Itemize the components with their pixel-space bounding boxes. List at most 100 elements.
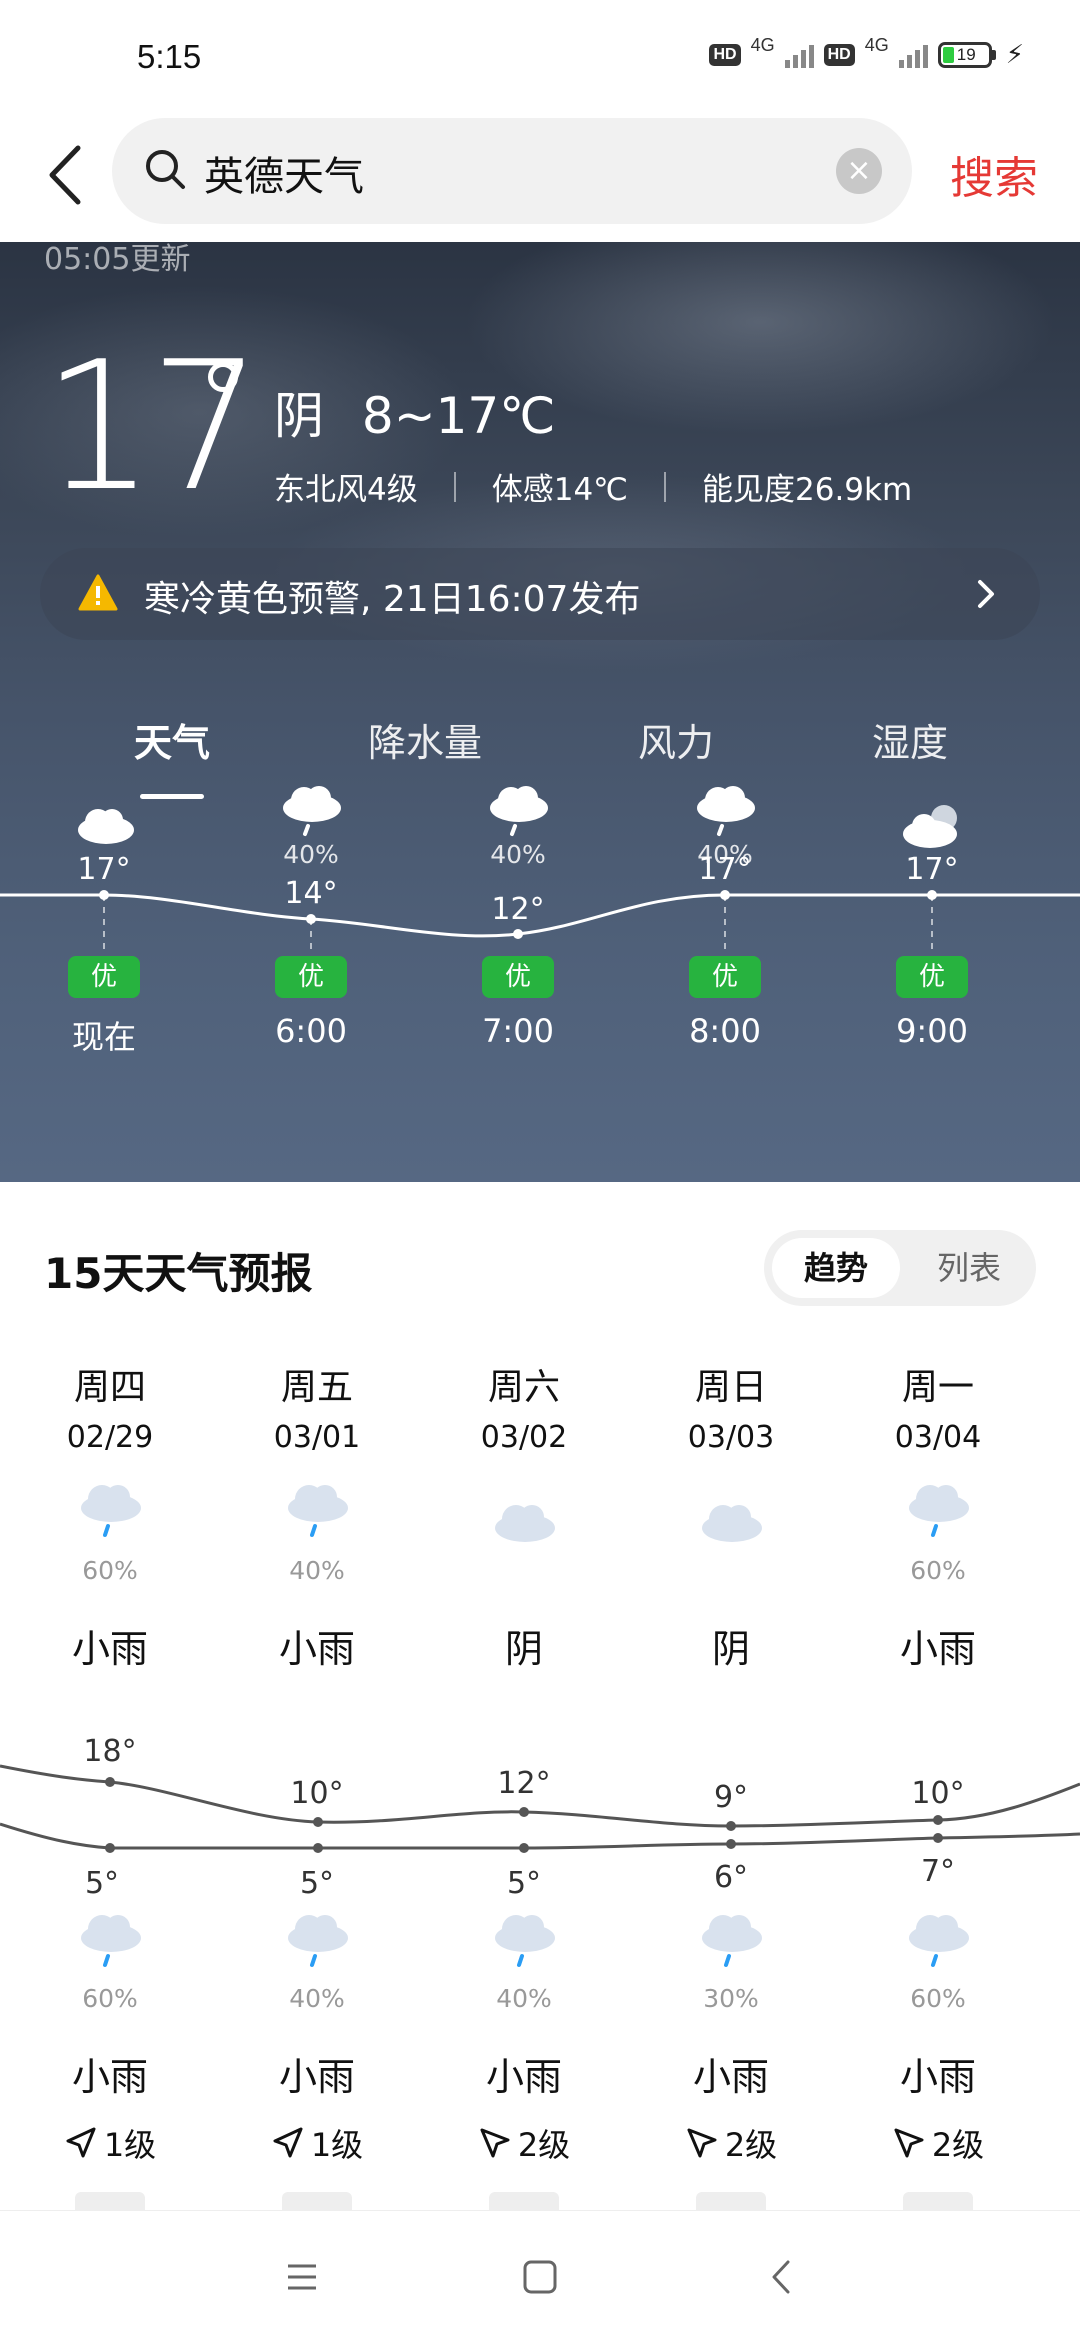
wind-level-text: 2级: [724, 2126, 778, 2164]
day-condition: 阴: [711, 1627, 750, 1671]
date: 03/02: [480, 1420, 568, 1455]
temperature-range: 8~17℃: [361, 387, 556, 445]
low-temp: 6°: [713, 1860, 749, 1895]
cloud-icon: [489, 1500, 559, 1548]
rain-cloud-icon: [282, 1480, 352, 1544]
hourly-temp: 12°: [491, 892, 545, 927]
search-query: 英德天气: [204, 154, 364, 200]
precip-chance: 60%: [910, 1556, 966, 1585]
precip-chance: 40%: [283, 840, 339, 869]
search-bar: 英德天气 × 搜索: [0, 118, 1080, 242]
weather-card: 05:05更新 17 阴 8~17℃ 东北风4级 体感14℃ 能见度26.9km…: [0, 242, 1080, 1182]
precip-chance: 40%: [289, 1984, 345, 2013]
charging-icon: ⚡: [1005, 40, 1024, 70]
active-tab-indicator: [140, 794, 204, 799]
air-badge: [75, 2192, 145, 2212]
day-condition: 阴: [504, 1627, 543, 1671]
rain-cloud-icon: [903, 1480, 973, 1544]
high-temp: 10°: [290, 1776, 344, 1811]
high-temp: 12°: [497, 1766, 551, 1801]
rain-cloud-icon: [692, 782, 758, 842]
visibility: 能见度26.9km: [702, 472, 913, 508]
rain-cloud-icon: [75, 1910, 145, 1974]
network-type: 4G: [750, 34, 775, 55]
status-icons: HD 4G HD 4G 19 ⚡: [709, 35, 1024, 70]
warning-icon: [78, 574, 118, 611]
low-temp: 7°: [920, 1854, 956, 1889]
status-time: 5:15: [137, 38, 202, 75]
night-condition: 小雨: [71, 2055, 148, 2099]
weekday: 周日: [694, 1367, 767, 1408]
night-condition: 小雨: [692, 2055, 769, 2099]
weekday: 周六: [487, 1367, 560, 1408]
alert-text: 寒冷黄色预警, 21日16:07发布: [144, 579, 641, 620]
tab-precipitation[interactable]: 降水量: [368, 712, 482, 767]
wind-level-text: 1级: [310, 2126, 364, 2164]
cloudy-moon-icon: [900, 802, 966, 856]
air-badge: [489, 2192, 559, 2212]
list-toggle-button[interactable]: 列表: [914, 1238, 1024, 1298]
weekday: 周一: [901, 1367, 974, 1408]
precip-chance: 60%: [82, 1556, 138, 1585]
low-temp: 5°: [84, 1866, 120, 1901]
weekday: 周四: [73, 1367, 146, 1408]
day-condition: 小雨: [278, 1627, 355, 1671]
rain-cloud-icon: [903, 1910, 973, 1974]
network-type: 4G: [864, 34, 889, 55]
tab-wind[interactable]: 风力: [638, 712, 714, 767]
precip-chance: 60%: [82, 1984, 138, 2013]
low-temp: 5°: [299, 1866, 335, 1901]
precip-chance: 60%: [910, 1984, 966, 2013]
wind-direction-icon: [480, 2128, 510, 2158]
wind-direction-icon: [273, 2127, 303, 2158]
current-condition: 阴: [274, 387, 324, 445]
hourly-forecast: 17° 优 现在 40% 14° 优 6:00 40% 12° 优 7:00 4…: [0, 786, 1080, 1182]
aqi-badge: 优: [482, 956, 554, 998]
chevron-right-icon: [978, 580, 994, 608]
date: 03/04: [894, 1420, 982, 1455]
aqi-badge: 优: [689, 956, 761, 998]
hourly-temp: 17°: [77, 852, 131, 887]
weekday: 周五: [280, 1367, 353, 1408]
hourly-time: 9:00: [896, 1012, 968, 1050]
trend-toggle-button[interactable]: 趋势: [772, 1238, 900, 1298]
aqi-badge: 优: [275, 956, 347, 998]
rain-cloud-icon: [489, 1910, 559, 1974]
battery-level: 19: [956, 45, 976, 64]
tab-weather[interactable]: 天气: [134, 712, 210, 767]
date: 02/29: [66, 1420, 154, 1455]
rain-cloud-icon: [696, 1910, 766, 1974]
rain-cloud-icon: [278, 782, 344, 842]
wind-level-text: 1级: [103, 2126, 157, 2164]
hourly-time: 8:00: [689, 1012, 761, 1050]
forecast-title: 15天天气预报: [44, 1249, 313, 1298]
hd-badge: HD: [823, 44, 855, 66]
air-badge: [282, 2192, 352, 2212]
search-input[interactable]: 英德天气 ×: [112, 118, 912, 224]
wind-direction-icon: [687, 2128, 717, 2158]
low-temp: 5°: [506, 1866, 542, 1901]
nav-back-icon[interactable]: [762, 2257, 802, 2297]
rain-cloud-icon: [485, 782, 551, 842]
precip-chance: 40%: [496, 1984, 552, 2013]
high-temp: 9°: [713, 1780, 749, 1815]
condition-line: 阴 8~17℃: [274, 376, 577, 448]
home-icon[interactable]: [520, 2257, 560, 2297]
aqi-badge: 优: [896, 956, 968, 998]
wind-info: 东北风4级: [274, 472, 418, 508]
hourly-temp: 17°: [698, 852, 752, 887]
system-nav-bar: [0, 2210, 1080, 2341]
tab-humidity[interactable]: 湿度: [872, 712, 948, 767]
hourly-temp: 17°: [905, 852, 959, 887]
wind-level: 1级: [242, 2120, 392, 2166]
wind-level: 2级: [656, 2120, 806, 2166]
signal-icon: [898, 42, 928, 68]
hourly-time: 6:00: [275, 1012, 347, 1050]
air-badge: [903, 2192, 973, 2212]
weather-alert[interactable]: 寒冷黄色预警, 21日16:07发布: [40, 548, 1040, 640]
search-button[interactable]: 搜索: [950, 142, 1038, 206]
clear-icon[interactable]: ×: [836, 148, 882, 194]
rain-cloud-icon: [282, 1910, 352, 1974]
menu-icon[interactable]: [282, 2257, 322, 2297]
back-button[interactable]: [40, 140, 92, 210]
